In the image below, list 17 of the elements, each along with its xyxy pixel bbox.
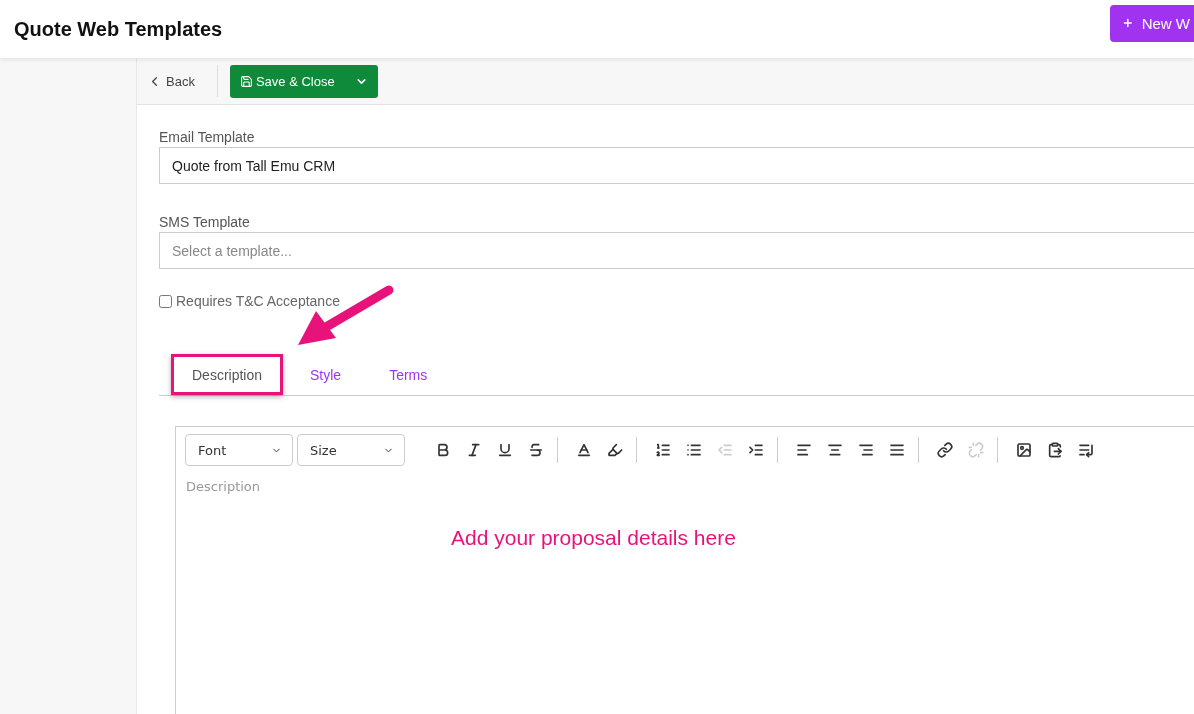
- checkbox[interactable]: [159, 294, 172, 308]
- input-field[interactable]: Quote from Tall Emu CRM: [159, 147, 1194, 184]
- annotation-text: Add your proposal details here: [451, 526, 736, 550]
- tab[interactable]: Terms: [368, 354, 449, 395]
- field-label: SMS Template: [159, 214, 251, 230]
- font-select[interactable]: Font: [185, 434, 293, 466]
- select-field[interactable]: Select a template...: [159, 232, 1194, 269]
- size-select[interactable]: Size: [297, 434, 405, 466]
- back-button[interactable]: Back: [147, 65, 218, 97]
- tab[interactable]: Style: [289, 354, 363, 395]
- save-close-button[interactable]: Save & Close: [229, 64, 345, 98]
- field-label: Email Template: [159, 129, 256, 145]
- new-button[interactable]: New W: [1110, 4, 1194, 42]
- save-icon: [239, 74, 253, 88]
- checkbox-label: Requires T&C Acceptance: [176, 293, 340, 309]
- page-title: Quote Web Templates: [14, 17, 223, 41]
- tab[interactable]: Description: [171, 354, 284, 395]
